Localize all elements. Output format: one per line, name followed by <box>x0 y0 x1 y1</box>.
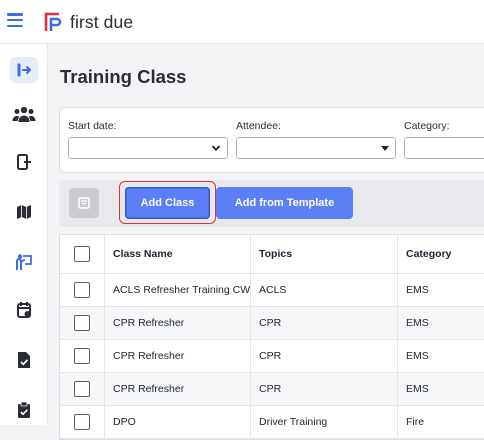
menu-icon[interactable] <box>7 12 23 28</box>
top-bar: first due <box>0 0 484 44</box>
attendee-select[interactable] <box>236 137 396 159</box>
table-row[interactable]: CPR Refresher CPR EMS <box>60 373 484 406</box>
first-due-logo-icon <box>44 12 62 31</box>
topics-cell: Driver Training <box>251 406 398 438</box>
document-check-icon[interactable] <box>12 348 36 372</box>
add-from-template-button[interactable]: Add from Template <box>216 187 353 219</box>
row-checkbox[interactable] <box>74 315 90 331</box>
attendee-label: Attendee: <box>236 120 281 132</box>
category-filter: Category: <box>404 120 484 159</box>
class-name-cell[interactable]: ACLS Refresher Training CW <box>105 274 251 306</box>
classes-table: Class Name Topics Category ACLS Refreshe… <box>59 234 484 440</box>
row-checkbox[interactable] <box>74 348 90 364</box>
column-header-category[interactable]: Category <box>398 235 484 273</box>
table-row[interactable]: CPR Refresher CPR EMS <box>60 307 484 340</box>
map-icon[interactable] <box>12 200 36 224</box>
topics-cell: CPR <box>251 307 398 339</box>
start-date-select[interactable] <box>68 137 228 159</box>
row-checkbox[interactable] <box>74 414 90 430</box>
app-name: first due <box>70 11 134 32</box>
topics-cell: CPR <box>251 340 398 372</box>
table-header-row: Class Name Topics Category <box>60 235 484 274</box>
class-name-cell[interactable]: CPR Refresher <box>105 340 251 372</box>
row-checkbox[interactable] <box>74 381 90 397</box>
class-name-cell[interactable]: DPO <box>105 406 251 438</box>
exit-door-icon[interactable] <box>12 150 36 174</box>
delete-button[interactable] <box>69 188 99 218</box>
category-cell: EMS <box>406 350 429 362</box>
start-date-filter: Start date: <box>68 120 228 159</box>
select-all-checkbox[interactable] <box>74 246 90 262</box>
sidebar-expand-icon[interactable] <box>10 57 38 83</box>
column-header-topics[interactable]: Topics <box>251 235 398 273</box>
caret-down-icon <box>381 146 389 151</box>
clipboard-check-icon[interactable] <box>12 398 36 422</box>
trash-icon <box>78 197 90 209</box>
people-icon[interactable] <box>12 102 36 126</box>
category-cell: Fire <box>406 416 425 428</box>
category-cell: EMS <box>406 317 429 329</box>
category-cell: EMS <box>406 383 429 395</box>
topics-cell: ACLS <box>251 274 398 306</box>
start-date-label: Start date: <box>68 120 117 132</box>
class-name-cell[interactable]: CPR Refresher <box>105 307 251 339</box>
topics-cell: CPR <box>251 373 398 405</box>
filter-panel: Start date: Attendee: Category: <box>59 107 484 173</box>
calendar-icon[interactable] <box>12 298 36 322</box>
column-header-class-name[interactable]: Class Name <box>105 235 251 273</box>
table-row[interactable]: DPO Driver Training Fire <box>60 406 484 439</box>
category-select[interactable] <box>404 137 484 159</box>
action-toolbar: Add Class Add from Template <box>59 180 484 227</box>
class-name-cell[interactable]: CPR Refresher <box>105 373 251 405</box>
sidebar <box>0 44 48 425</box>
main-content: Training Class Start date: Attendee: Cat… <box>48 44 484 440</box>
chevron-down-icon <box>211 145 221 152</box>
attendee-filter: Attendee: <box>236 120 396 159</box>
table-row[interactable]: ACLS Refresher Training CW ACLS EMS <box>60 274 484 307</box>
page-title: Training Class <box>60 66 187 87</box>
logo[interactable]: first due <box>43 11 133 33</box>
row-checkbox[interactable] <box>74 282 90 298</box>
category-cell: EMS <box>406 284 429 296</box>
table-row[interactable]: CPR Refresher CPR EMS <box>60 340 484 373</box>
category-label: Category: <box>404 120 450 132</box>
add-class-button[interactable]: Add Class <box>125 187 210 219</box>
training-icon[interactable] <box>12 250 36 274</box>
